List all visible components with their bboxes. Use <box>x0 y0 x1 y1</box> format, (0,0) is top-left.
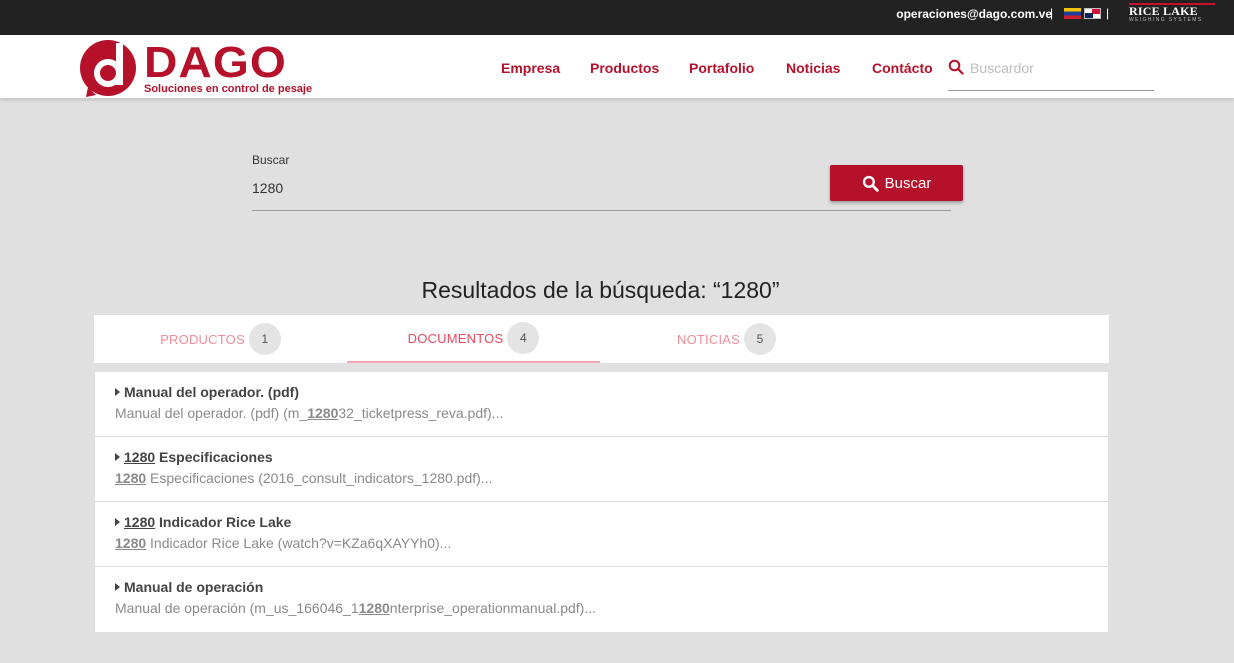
match-highlight: 1280 <box>115 470 147 486</box>
logo-wordmark: DAGO <box>144 38 287 87</box>
desc-text: Indicador Rice Lake (watch?v=KZa6qXAYYh0… <box>146 535 452 551</box>
list-item: Manual de operación Manual de operación … <box>95 567 1108 632</box>
list-item: Manual del operador. (pdf) Manual del op… <box>95 372 1108 437</box>
title-text: Manual de operación <box>124 579 264 595</box>
nav-productos[interactable]: Productos <box>590 60 659 76</box>
nav-noticias[interactable]: Noticias <box>786 60 840 76</box>
title-text: Especificaciones <box>155 449 273 465</box>
results-list: Manual del operador. (pdf) Manual del op… <box>95 372 1108 632</box>
match-highlight: 1280 <box>358 600 390 616</box>
top-bar: operaciones@dago.com.ve | | RICE LAKE WE… <box>0 0 1234 35</box>
venezuela-flag-icon[interactable] <box>1064 8 1081 19</box>
desc-text: Manual del operador. (pdf) (m_ <box>115 405 308 421</box>
caret-right-icon <box>115 388 120 396</box>
search-label: Buscar <box>252 153 290 167</box>
list-item: 1280 Especificaciones 1280 Especificacio… <box>95 437 1108 502</box>
tab-label: PRODUCTOS <box>160 331 245 347</box>
desc-text: 32_ticketpress_reva.pdf)... <box>338 405 504 421</box>
rice-lake-logo-subtitle: WEIGHING SYSTEMS <box>1129 17 1203 23</box>
title-text: Indicador Rice Lake <box>155 514 292 530</box>
desc-text: Manual de operación (m_us_166046_1 <box>115 600 359 616</box>
result-description: 1280 Especificaciones (2016_consult_indi… <box>115 470 1088 486</box>
result-description: Manual del operador. (pdf) (m_128032_tic… <box>115 405 1088 421</box>
match-highlight: 1280 <box>115 535 147 551</box>
match-highlight: 1280 <box>124 449 156 465</box>
tab-label: NOTICIAS <box>677 331 740 347</box>
header-search-input[interactable] <box>970 55 1150 81</box>
results-title: Resultados de la búsqueda: “1280” <box>421 277 780 303</box>
desc-text: Especificaciones (2016_consult_indicator… <box>146 470 493 486</box>
result-description: Manual de operación (m_us_166046_11280nt… <box>115 600 1088 616</box>
tab-noticias[interactable]: NOTICIAS 5 <box>600 315 853 363</box>
title-text: Manual del operador. (pdf) <box>124 384 300 400</box>
tab-documentos[interactable]: DOCUMENTOS 4 <box>347 315 600 363</box>
dago-logo-mark-icon <box>80 40 136 97</box>
contact-email[interactable]: operaciones@dago.com.ve <box>896 7 1052 21</box>
tab-productos[interactable]: PRODUCTOS 1 <box>94 315 347 363</box>
search-button[interactable]: Buscar <box>830 165 963 201</box>
match-highlight: 1280 <box>307 405 339 421</box>
result-title-link[interactable]: Manual del operador. (pdf) <box>115 384 1088 400</box>
count-badge: 4 <box>507 322 540 354</box>
dago-logo[interactable]: DAGO Soluciones en control de pesaje <box>78 37 312 99</box>
result-description: 1280 Indicador Rice Lake (watch?v=KZa6qX… <box>115 535 1088 551</box>
result-title-link[interactable]: Manual de operación <box>115 579 1088 595</box>
rice-lake-logo[interactable]: RICE LAKE WEIGHING SYSTEMS <box>1129 3 1215 25</box>
caret-right-icon <box>115 583 120 591</box>
caret-right-icon <box>115 518 120 526</box>
result-title-link[interactable]: 1280 Indicador Rice Lake <box>115 514 1088 530</box>
rice-lake-logo-name: RICE LAKE <box>1129 4 1198 18</box>
header-search <box>948 55 1154 91</box>
nav-empresa[interactable]: Empresa <box>501 60 560 76</box>
count-badge: 5 <box>744 323 776 355</box>
tab-label: DOCUMENTOS <box>407 330 504 346</box>
list-item: 1280 Indicador Rice Lake 1280 Indicador … <box>95 502 1108 567</box>
separator: | <box>1106 6 1110 20</box>
site-header: DAGO Soluciones en control de pesaje Emp… <box>0 35 1234 99</box>
search-icon[interactable] <box>948 59 964 75</box>
search-button-label: Buscar <box>884 174 932 192</box>
panama-flag-icon[interactable] <box>1084 8 1101 19</box>
caret-right-icon <box>115 453 120 461</box>
nav-contacto[interactable]: Contácto <box>872 60 933 76</box>
search-icon <box>862 175 879 192</box>
result-title-link[interactable]: 1280 Especificaciones <box>115 449 1088 465</box>
match-highlight: 1280 <box>124 514 156 530</box>
desc-text: nterprise_operationmanual.pdf)... <box>389 600 597 616</box>
results-tabs: PRODUCTOS 1 DOCUMENTOS 4 NOTICIAS 5 <box>94 315 1109 363</box>
separator: | <box>1050 6 1054 20</box>
logo-tagline: Soluciones en control de pesaje <box>144 83 313 95</box>
nav-portafolio[interactable]: Portafolio <box>689 60 754 76</box>
count-badge: 1 <box>248 323 281 355</box>
